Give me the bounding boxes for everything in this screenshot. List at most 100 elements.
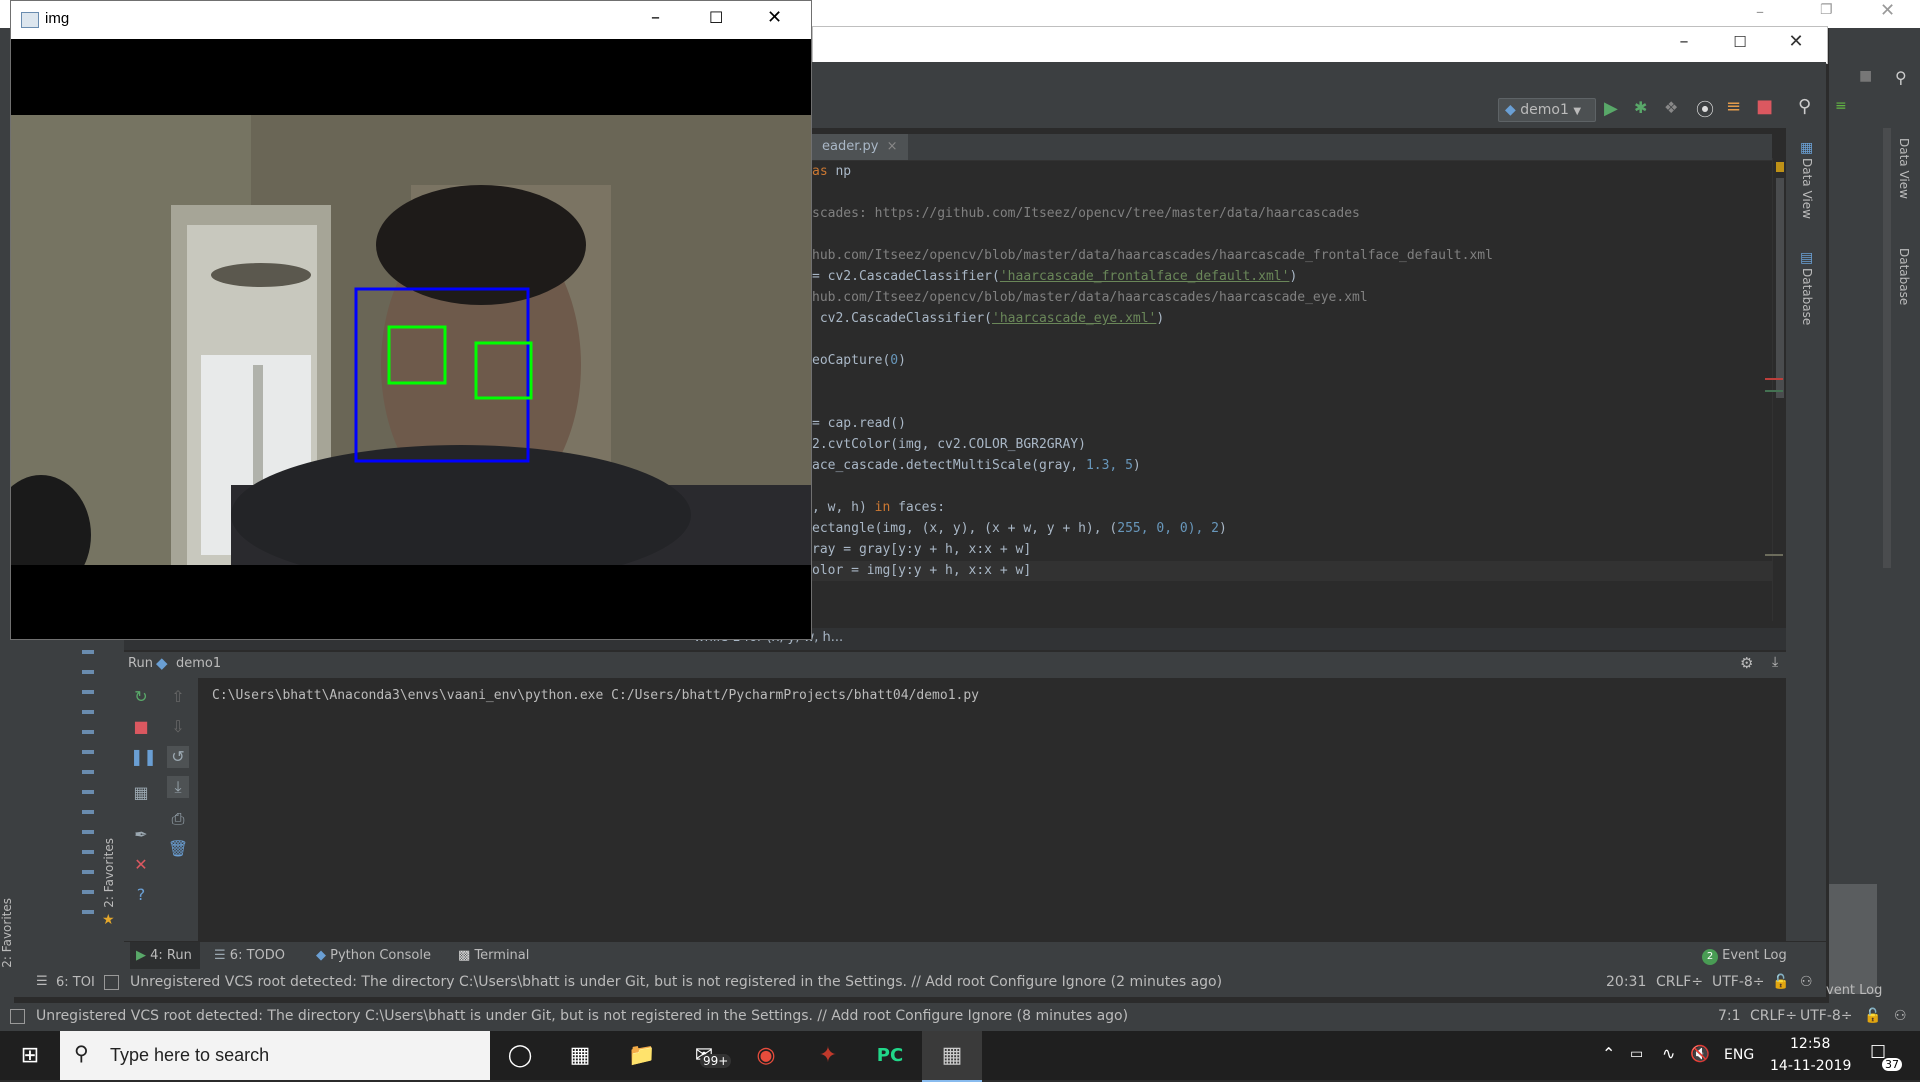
inspector-icon[interactable]: ⚇ xyxy=(1800,974,1813,990)
editor-tab-label: eader.py xyxy=(822,139,879,154)
wifi-icon[interactable]: ∿ xyxy=(1662,1044,1675,1063)
language-indicator[interactable]: ENG xyxy=(1724,1047,1754,1063)
coverage-icon[interactable]: ❖ xyxy=(1664,98,1678,117)
back-data-view-label[interactable]: Data View xyxy=(1897,138,1911,199)
concurrency-icon[interactable]: ≡ xyxy=(1726,96,1741,117)
arrow-up-icon[interactable]: ⇧ xyxy=(167,686,189,708)
right-tool-strip: ▦ Data View ▤ Database xyxy=(1786,128,1826,973)
help-icon[interactable]: ? xyxy=(130,884,152,906)
data-view-tool[interactable]: Data View xyxy=(1800,158,1814,219)
ide-maximize-button[interactable]: ☐ xyxy=(1717,33,1763,51)
img-close-button[interactable]: ✕ xyxy=(767,7,782,28)
back-minimize-button[interactable]: – xyxy=(1756,2,1764,21)
lock-icon[interactable]: 🔓 xyxy=(1772,974,1789,990)
back-cursor-position[interactable]: 7:1 xyxy=(1718,1008,1741,1024)
close-icon[interactable]: × xyxy=(887,139,898,154)
tab-todo[interactable]: ☰ 6: TODO xyxy=(214,942,285,970)
chevron-up-icon[interactable]: ⌃ xyxy=(1602,1044,1615,1063)
stop-icon[interactable]: ■ xyxy=(130,716,152,738)
print-icon[interactable]: ⎙ xyxy=(167,808,189,830)
search-everywhere-icon[interactable]: ⚲ xyxy=(1798,96,1811,117)
img-window-titlebar[interactable]: img – ☐ ✕ xyxy=(11,1,811,39)
code-token: hub.com/Itseez/opencv/blob/master/data/h… xyxy=(812,290,1368,305)
back-file-encoding[interactable]: UTF-8÷ xyxy=(1800,1008,1853,1024)
cortana-icon[interactable]: ◯ xyxy=(490,1031,550,1080)
pause-icon[interactable]: ❚❚ xyxy=(130,746,157,768)
status-checkbox-icon[interactable] xyxy=(104,975,119,990)
chrome-icon[interactable]: ◉ xyxy=(736,1031,796,1080)
run-config-tab[interactable]: demo1 xyxy=(176,656,221,671)
battery-icon[interactable]: ▭ xyxy=(1630,1046,1643,1062)
back-lock-icon[interactable]: 🔓 xyxy=(1864,1008,1881,1024)
back-restore-button[interactable]: ❐ xyxy=(1820,2,1833,18)
hide-panel-icon[interactable]: ⤓ xyxy=(1772,654,1778,670)
vcs-status-message[interactable]: Unregistered VCS root detected: The dire… xyxy=(130,974,1222,990)
close-icon[interactable]: ✕ xyxy=(130,854,152,876)
clock-time[interactable]: 12:58 xyxy=(1790,1036,1830,1052)
pin-icon[interactable]: ✒ xyxy=(130,824,152,846)
rerun-icon[interactable]: ↻ xyxy=(130,686,152,708)
tab-run-label: 4: Run xyxy=(150,948,192,963)
windows-start-icon[interactable]: ⊞ xyxy=(0,1031,60,1080)
tab-python-console[interactable]: ◆ Python Console xyxy=(316,942,431,970)
back-search-icon[interactable]: ⚲ xyxy=(1895,68,1907,87)
back-inspector-icon[interactable]: ⚇ xyxy=(1894,1008,1907,1024)
cursor-position[interactable]: 20:31 xyxy=(1606,974,1646,990)
img-maximize-button[interactable]: ☐ xyxy=(709,8,723,27)
run-config-dropdown[interactable]: ◆ demo1 ▼ xyxy=(1498,98,1596,122)
gear-icon[interactable]: ⚙ xyxy=(1740,654,1753,672)
volume-muted-icon[interactable]: 🔇 xyxy=(1690,1044,1710,1063)
change-marker xyxy=(1765,390,1783,392)
back-close-button[interactable]: ✕ xyxy=(1880,0,1895,21)
img-minimize-button[interactable]: – xyxy=(651,7,660,28)
line-separator[interactable]: CRLF÷ xyxy=(1656,974,1703,990)
code-line: eoCapture(0) xyxy=(812,351,906,371)
file-encoding[interactable]: UTF-8÷ xyxy=(1712,974,1765,990)
back-todo-fragment[interactable]: 6: TOI xyxy=(56,975,95,990)
data-view-icon[interactable]: ▦ xyxy=(1800,140,1813,156)
database-tool[interactable]: Database xyxy=(1800,268,1814,325)
img-window[interactable]: img – ☐ ✕ xyxy=(10,0,812,640)
back-favorites-label[interactable]: 2: Favorites xyxy=(0,898,14,968)
scroll-to-end-icon[interactable]: ⤓ xyxy=(167,776,189,798)
back-event-log-fragment[interactable]: vent Log xyxy=(1826,983,1882,998)
back-stop-icon[interactable]: ■ xyxy=(1859,68,1872,84)
back-toolbar-icon[interactable]: ≡ xyxy=(1835,98,1847,114)
code-line: , w, h) in faces: xyxy=(812,498,945,518)
ide-minimize-button[interactable]: – xyxy=(1661,31,1707,52)
trash-icon[interactable]: 🗑 xyxy=(167,838,189,860)
restore-layout-icon[interactable]: ▦ xyxy=(130,782,152,804)
editor-tab-bar: eader.py × xyxy=(812,134,1772,161)
run-console[interactable]: C:\Users\bhatt\Anaconda3\envs\vaani_env\… xyxy=(124,678,1786,941)
game-app-icon[interactable]: ✦ xyxy=(798,1031,858,1080)
tab-terminal[interactable]: ▩ Terminal xyxy=(458,942,529,970)
run-icon[interactable]: ▶ xyxy=(1604,98,1618,119)
profile-icon[interactable]: ⦿ xyxy=(1696,96,1714,122)
arrow-down-icon[interactable]: ⇩ xyxy=(167,716,189,738)
stop-icon[interactable]: ■ xyxy=(1756,96,1773,117)
taskbar-search[interactable]: ⚲ Type here to search xyxy=(60,1031,490,1080)
favorites-label[interactable]: 2: Favorites xyxy=(102,838,116,908)
back-vcs-status-message[interactable]: Unregistered VCS root detected: The dire… xyxy=(36,1008,1128,1024)
editor-error-stripe[interactable] xyxy=(1765,158,1787,621)
soft-wrap-icon[interactable]: ↺ xyxy=(167,746,189,768)
file-explorer-icon[interactable]: 📁 xyxy=(612,1031,672,1080)
ide-close-button[interactable]: ✕ xyxy=(1773,31,1819,52)
back-database-label[interactable]: Database xyxy=(1897,248,1911,305)
tab-event-log[interactable]: 2 Event Log xyxy=(1702,942,1787,970)
scrollbar-thumb[interactable] xyxy=(1776,178,1784,398)
tab-run[interactable]: ▶ 4: Run xyxy=(130,942,200,970)
editor-tab[interactable]: eader.py × xyxy=(812,134,908,160)
clock-date[interactable]: 14-11-2019 xyxy=(1770,1058,1851,1074)
database-icon[interactable]: ▤ xyxy=(1800,250,1813,266)
back-scrollbar[interactable] xyxy=(1883,128,1891,568)
opencv-window-icon[interactable]: ▦ xyxy=(922,1031,982,1082)
task-view-icon[interactable]: ▦ xyxy=(550,1031,610,1080)
back-status-bar: Unregistered VCS root detected: The dire… xyxy=(0,1003,1920,1031)
back-line-separator[interactable]: CRLF÷ xyxy=(1750,1008,1797,1024)
webcam-image xyxy=(11,115,811,565)
debug-icon[interactable]: ✱ xyxy=(1634,98,1647,117)
back-status-checkbox-icon[interactable] xyxy=(10,1009,25,1024)
pycharm-icon[interactable]: PC xyxy=(860,1031,920,1080)
back-scroll-thumb[interactable] xyxy=(1829,884,1877,994)
